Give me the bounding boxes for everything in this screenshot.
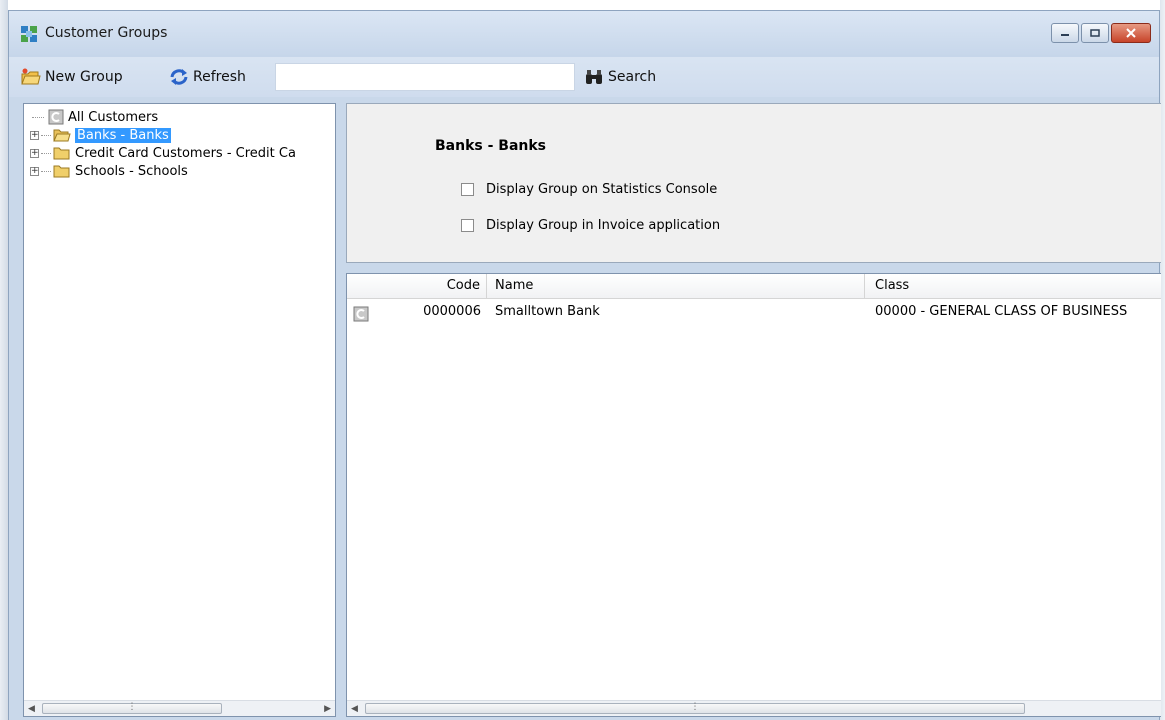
table-row[interactable]: 0000006 Smalltown Bank 00000 - GENERAL C… [347,302,1161,322]
cell-name: Smalltown Bank [495,304,600,319]
tree-item-label: Credit Card Customers - Credit Ca [75,145,296,161]
folder-icon [53,147,70,160]
display-invoice-label: Display Group in Invoice application [486,218,721,233]
expand-icon[interactable]: + [30,148,39,158]
new-group-label: New Group [45,69,123,85]
search-label: Search [608,69,657,85]
customer-icon [48,109,64,125]
display-statistics-option[interactable]: Display Group on Statistics Console [461,182,717,197]
cell-class: 00000 - GENERAL CLASS OF BUSINESS [875,304,1128,319]
group-tree-pane[interactable]: All Customers + Banks - Banks + Credit C… [23,103,336,717]
group-title: Banks - Banks [435,138,547,154]
folder-icon [53,165,70,178]
open-folder-icon [53,129,71,142]
display-statistics-checkbox[interactable] [461,183,474,196]
tree-horizontal-scrollbar[interactable]: ◀ ⋮ ▶ [24,700,335,716]
close-icon [1126,28,1136,38]
search-input[interactable] [275,63,575,91]
column-header-class[interactable]: Class [865,274,1165,298]
customer-groups-window: Customer Groups New Group Refresh Search… [8,10,1161,720]
cell-code: 0000006 [423,304,481,319]
refresh-label: Refresh [193,69,246,85]
minimize-button[interactable] [1051,23,1079,43]
maximize-button[interactable] [1081,23,1109,43]
expand-icon[interactable]: + [30,130,39,140]
title-bar[interactable]: Customer Groups [9,11,1159,57]
window-title: Customer Groups [45,25,168,41]
tree-item-banks[interactable]: + Banks - Banks [30,126,296,144]
toolbar: New Group Refresh Search [9,57,1159,97]
maximize-icon [1090,29,1100,37]
minimize-icon [1061,34,1069,36]
tree-item-all-customers[interactable]: All Customers [30,108,296,126]
tree-item-credit-card-customers[interactable]: + Credit Card Customers - Credit Ca [30,144,296,162]
new-folder-icon [21,68,41,85]
refresh-button[interactable]: Refresh [169,66,246,88]
tree-item-label: All Customers [68,109,159,125]
scroll-left-icon[interactable]: ◀ [28,704,35,714]
tree-item-label: Schools - Schools [75,163,188,179]
group-tree: All Customers + Banks - Banks + Credit C… [30,108,296,180]
tree-item-label: Banks - Banks [75,127,171,143]
column-header-name[interactable]: Name [487,274,865,298]
display-invoice-checkbox[interactable] [461,219,474,232]
scroll-right-icon[interactable]: ▶ [324,704,331,714]
display-statistics-label: Display Group on Statistics Console [486,182,718,197]
customer-grid[interactable]: Code Name Class 0000006 Smalltown Bank 0… [346,273,1161,717]
column-header-code[interactable]: Code [347,274,487,298]
left-edge [0,0,8,720]
scrollbar-thumb[interactable]: ⋮ [365,703,1025,714]
app-icon [21,26,37,42]
scrollbar-thumb[interactable]: ⋮ [42,703,222,714]
close-button[interactable] [1111,23,1151,43]
search-button[interactable]: Search [584,66,656,88]
expand-icon[interactable]: + [30,166,39,176]
new-group-button[interactable]: New Group [21,66,123,88]
refresh-icon [170,69,188,85]
group-details-panel: Banks - Banks Display Group on Statistic… [346,103,1161,263]
scroll-left-icon[interactable]: ◀ [351,704,358,714]
tree-item-schools[interactable]: + Schools - Schools [30,162,296,180]
binoculars-icon [586,70,602,84]
grid-horizontal-scrollbar[interactable]: ◀ ⋮ [347,700,1161,716]
grid-header: Code Name Class [347,274,1161,299]
display-invoice-option[interactable]: Display Group in Invoice application [461,218,720,233]
